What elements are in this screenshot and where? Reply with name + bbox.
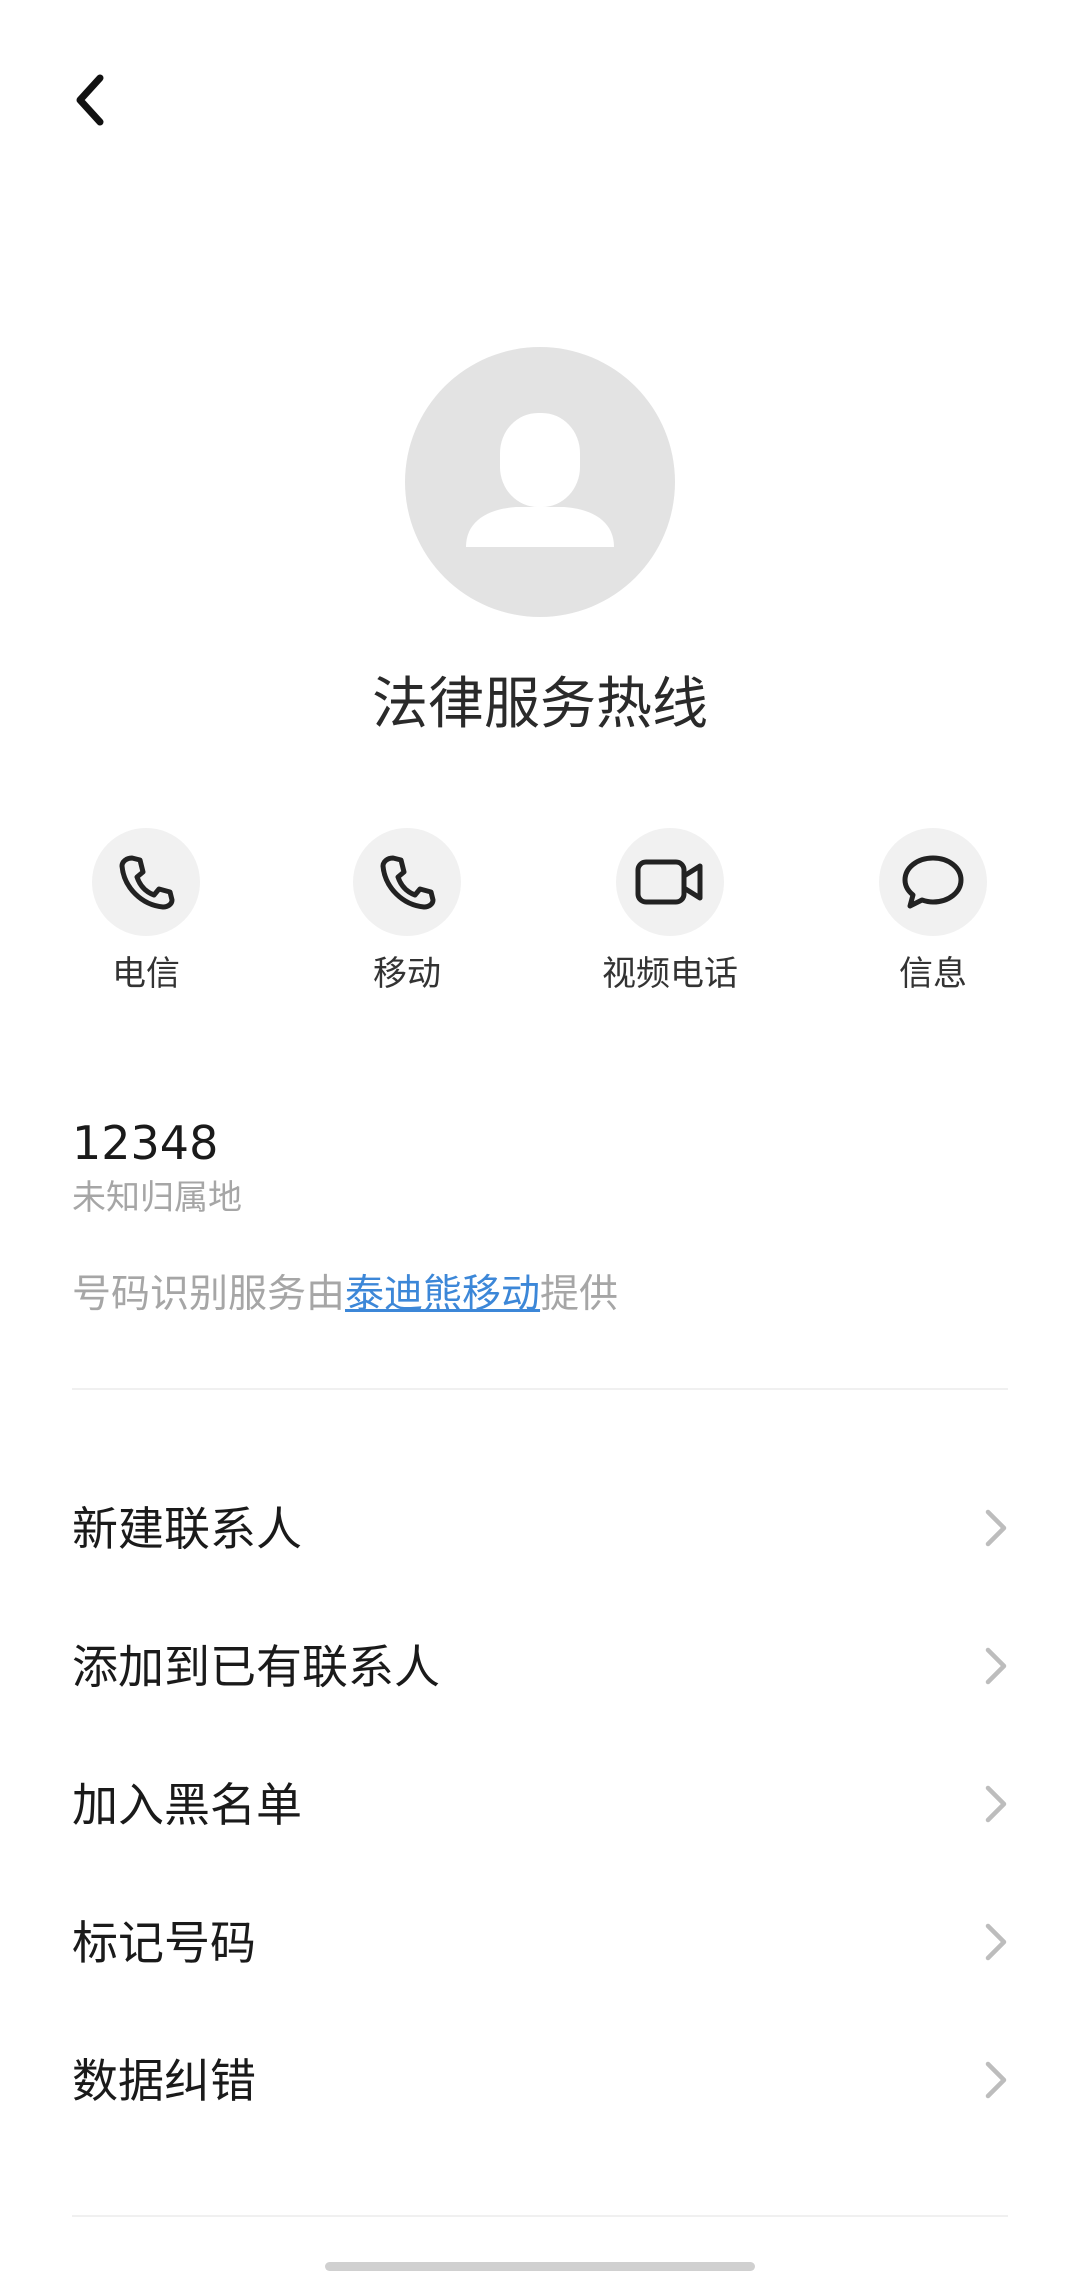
menu-label: 标记号码	[72, 1916, 256, 1970]
action-label: 视频电话	[602, 954, 738, 994]
action-label: 电信	[112, 954, 180, 994]
video-camera-icon	[635, 859, 703, 905]
menu-label: 数据纠错	[72, 2054, 256, 2108]
message-button[interactable]: 信息	[833, 828, 1033, 998]
phone-number: 12348	[72, 1116, 219, 1170]
action-circle	[353, 828, 461, 936]
phone-icon	[119, 855, 175, 910]
menu-label: 添加到已有联系人	[72, 1640, 440, 1694]
mark-number-item[interactable]: 标记号码	[0, 1873, 1080, 2011]
provider-link[interactable]: 泰迪熊移动	[345, 1272, 540, 1317]
provider-suffix: 提供	[540, 1272, 619, 1317]
provider-prefix: 号码识别服务由	[72, 1272, 346, 1317]
action-label: 信息	[899, 954, 967, 994]
action-label: 移动	[373, 954, 441, 994]
menu-list: 新建联系人 添加到已有联系人 加入黑名单 标记号码 数据纠错	[0, 1459, 1080, 2149]
data-correction-item[interactable]: 数据纠错	[0, 2011, 1080, 2149]
call-mobile-button[interactable]: 移动	[307, 828, 507, 998]
menu-label: 加入黑名单	[72, 1778, 302, 1832]
person-icon	[466, 413, 614, 547]
chevron-right-icon	[985, 1785, 1007, 1823]
video-call-button[interactable]: 视频电话	[570, 828, 770, 998]
chevron-right-icon	[985, 1509, 1007, 1547]
divider	[72, 2215, 1008, 2217]
add-to-existing-contact-item[interactable]: 添加到已有联系人	[0, 1597, 1080, 1735]
home-indicator[interactable]	[325, 2262, 755, 2271]
divider	[72, 1388, 1008, 1390]
back-button[interactable]	[60, 70, 120, 130]
chevron-right-icon	[985, 1923, 1007, 1961]
number-location: 未知归属地	[72, 1178, 242, 1218]
chevron-right-icon	[985, 1647, 1007, 1685]
avatar	[405, 347, 675, 617]
new-contact-item[interactable]: 新建联系人	[0, 1459, 1080, 1597]
add-to-blacklist-item[interactable]: 加入黑名单	[0, 1735, 1080, 1873]
action-circle	[616, 828, 724, 936]
action-circle	[92, 828, 200, 936]
menu-label: 新建联系人	[72, 1502, 302, 1556]
phone-icon	[380, 855, 436, 910]
chevron-right-icon	[985, 2061, 1007, 2099]
call-telecom-button[interactable]: 电信	[46, 828, 246, 998]
action-circle	[879, 828, 987, 936]
contact-name: 法律服务热线	[372, 672, 708, 737]
provider-note: 号码识别服务由泰迪熊移动提供	[72, 1268, 618, 1322]
action-bar: 电信 移动 视频电话 信息	[0, 828, 1080, 1008]
chevron-left-icon	[76, 74, 104, 126]
message-bubble-icon	[902, 855, 964, 909]
